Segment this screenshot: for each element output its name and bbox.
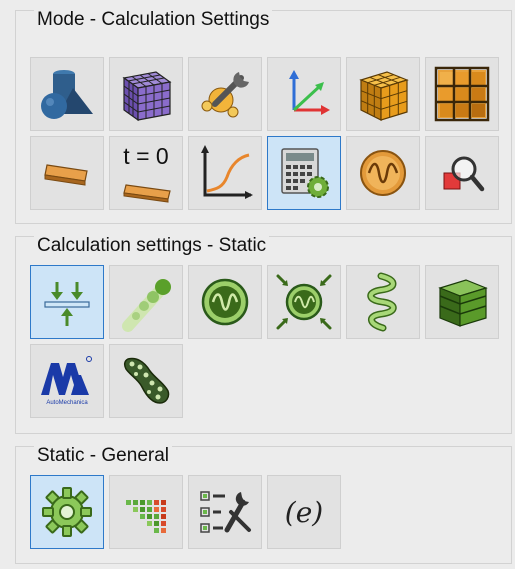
layered-box-button[interactable] [425,265,499,339]
wave-circle-icon [360,150,406,196]
rod-spheres-button[interactable] [109,265,183,339]
beam-element-button[interactable] [30,136,104,210]
solid-shapes-button[interactable] [30,57,104,131]
time-zero-label: t = 0 [123,143,169,169]
calculation-settings-panel: Mode - Calculation Settings t = 0 Calcul… [0,0,515,569]
wave-disc-button[interactable] [188,265,262,339]
mesh-cube-icon [122,71,172,122]
group-title: Calculation settings - Static [34,235,270,257]
group-mode-calculation-settings: Mode - Calculation Settings t = 0 [15,9,512,224]
response-curve-icon [201,145,253,199]
response-curve-button[interactable] [188,136,262,210]
group-title: Mode - Calculation Settings [34,9,273,31]
mesh-cube-button[interactable] [109,57,183,131]
calculator-gear-icon [281,148,329,198]
expression-icon: (e) [284,495,324,529]
group-static-general: Static - General (e) [15,445,512,564]
wrench-molecule-icon [201,72,249,118]
solid-shapes-icon [41,70,93,119]
perforated-part-icon [123,357,170,404]
expression-button[interactable]: (e) [267,475,341,549]
wrench-molecule-button[interactable] [188,57,262,131]
calculator-gear-button[interactable] [267,136,341,210]
compress-wave-icon [276,274,332,330]
spiral-spring-button[interactable] [346,265,420,339]
frame-grid-icon [434,66,490,122]
perforated-part-button[interactable] [109,344,183,418]
load-support-icon [44,282,90,326]
load-support-button[interactable] [30,265,104,339]
color-matrix-button[interactable] [109,475,183,549]
zoom-inspect-icon [443,156,485,192]
spiral-spring-icon [367,272,397,332]
beam-element-icon [44,164,88,186]
wave-disc-icon [201,278,249,326]
frame-grid-button[interactable] [425,57,499,131]
grid-cube-button[interactable] [346,57,420,131]
astm-logo-icon: AutoMechanica [41,356,92,406]
color-matrix-icon [126,500,166,533]
wave-circle-button[interactable] [346,136,420,210]
list-tools-icon [200,491,251,533]
compress-wave-button[interactable] [267,265,341,339]
astm-logo-button[interactable]: AutoMechanica [30,344,104,418]
list-tools-button[interactable] [188,475,262,549]
zoom-inspect-button[interactable] [425,136,499,210]
xyz-axes-button[interactable] [267,57,341,131]
astm-logo-text: AutoMechanica [46,400,88,406]
time-zero-beam-button[interactable]: t = 0 [109,136,183,210]
settings-gear-button[interactable] [30,475,104,549]
settings-gear-icon [42,487,92,537]
group-title: Static - General [34,445,172,467]
rod-spheres-icon [122,279,171,332]
layered-box-icon [438,279,488,327]
grid-cube-icon [359,71,409,121]
xyz-axes-icon [289,70,330,115]
group-calculation-settings-static: Calculation settings - Static AutoMechan… [15,235,512,434]
